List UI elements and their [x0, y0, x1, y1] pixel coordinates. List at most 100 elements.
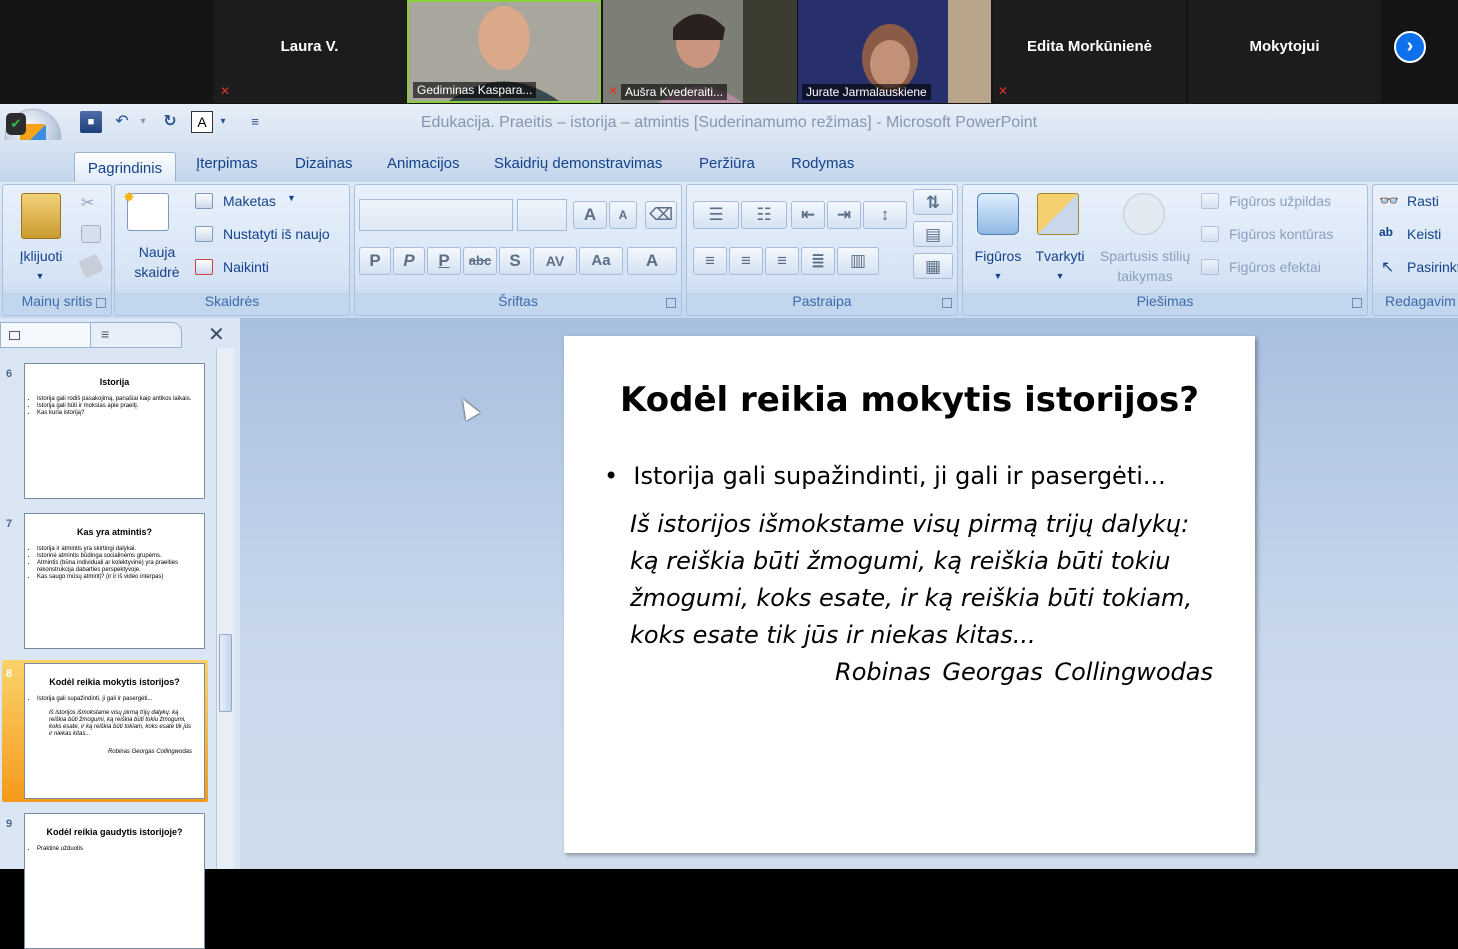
paste-button[interactable]: Įklijuoti — [11, 247, 71, 266]
select-button[interactable]: Pasirinkt — [1407, 259, 1458, 275]
quick-styles-label-1[interactable]: Spartusis stilių — [1093, 247, 1197, 266]
tab-iterpimas[interactable]: Įterpimas — [196, 155, 258, 172]
align-right-icon[interactable]: ≡ — [765, 247, 799, 275]
layout-button[interactable]: Maketas — [223, 193, 276, 209]
slides-tab-icon — [9, 331, 20, 340]
participant-tile[interactable]: ✕ Aušra Kvederaiti... — [603, 0, 797, 103]
shape-outline-button[interactable]: Figūros kontūras — [1229, 226, 1333, 242]
font-name-combo[interactable] — [359, 199, 513, 231]
current-slide[interactable]: Kodėl reikia mokytis istorijos? • Istori… — [564, 336, 1255, 853]
font-color-box[interactable]: A — [191, 111, 213, 133]
chevron-down-icon[interactable]: ▼ — [991, 267, 1005, 286]
ribbon: Įklijuoti ▼ ✂ Mainų sritis ✸ Nauja skaid… — [0, 182, 1458, 318]
participant-tile[interactable]: Jurate Jarmalauskiene — [798, 0, 991, 103]
shape-effects-button[interactable]: Figūros efektai — [1229, 259, 1321, 275]
tab-skaidriu-demonstravimas[interactable]: Skaidrių demonstravimas — [494, 155, 662, 172]
smartart-icon[interactable]: ▦ — [913, 253, 953, 279]
change-case-button[interactable]: Aa — [579, 247, 623, 275]
dialog-launcher-icon[interactable] — [96, 298, 106, 308]
thumb-quote: Iš istorijos išmokstame visų pirmą trijų… — [49, 710, 192, 737]
thumb-title: Kodėl reikia gaudytis istorijoje? — [46, 827, 183, 837]
dialog-launcher-icon[interactable] — [942, 298, 952, 308]
shapes-button[interactable]: Figūros — [967, 247, 1029, 266]
italic-button[interactable]: P — [393, 247, 425, 275]
tab-outline[interactable]: ≡ — [90, 322, 182, 348]
delete-button[interactable]: Naikinti — [223, 259, 269, 275]
strikethrough-button[interactable]: abc — [463, 247, 497, 275]
dialog-launcher-icon[interactable] — [666, 298, 676, 308]
chevron-right-icon[interactable]: › — [1394, 31, 1426, 63]
replace-button[interactable]: Keisti — [1407, 226, 1441, 242]
char-spacing-button[interactable]: AV — [533, 247, 577, 275]
underline-button[interactable]: P — [427, 247, 461, 275]
slide-thumbnail-selected[interactable]: Kodėl reikia mokytis istorijos? Istorija… — [24, 663, 205, 799]
quote-line: ką reiškia būti žmogumi, ką reiškia būti… — [630, 547, 1171, 575]
columns-icon[interactable]: ▥ — [837, 247, 879, 275]
new-slide-label-2[interactable]: skaidrė — [119, 263, 195, 282]
slide-thumbnail[interactable]: Istorija Istorija gali rodiš pasakojimą,… — [24, 363, 205, 499]
group-font: A A ⌫ P P P abc S AV Aa A Šriftas — [354, 184, 682, 316]
slide-quote[interactable]: Iš istorijos išmokstame visų pirmą trijų… — [630, 506, 1230, 654]
increase-indent-icon[interactable]: ⇥ — [827, 201, 861, 229]
bold-button[interactable]: P — [359, 247, 391, 275]
copy-icon[interactable] — [81, 225, 101, 243]
tab-animacijos[interactable]: Animacijos — [387, 155, 460, 172]
align-left-icon[interactable]: ≡ — [693, 247, 727, 275]
redo-icon[interactable]: ↻ — [158, 111, 182, 133]
tab-slides[interactable] — [0, 322, 92, 348]
clear-format-icon[interactable]: ⌫ — [645, 201, 677, 229]
line-spacing-icon[interactable]: ↕ — [863, 201, 907, 229]
quote-line: žmogumi, koks esate, ir ką reiškia būti … — [630, 584, 1193, 612]
tab-pagrindinis[interactable]: Pagrindinis — [74, 152, 176, 184]
slide-author[interactable]: Robinas Georgas Collingwodas — [835, 658, 1213, 686]
dialog-launcher-icon[interactable] — [1352, 298, 1362, 308]
slide-title[interactable]: Kodėl reikia mokytis istorijos? — [564, 380, 1255, 420]
participant-tile[interactable]: Laura V. ✕ — [213, 0, 406, 103]
format-painter-icon[interactable] — [78, 253, 104, 279]
slide-thumbnail[interactable]: Kas yra atmintis? Istorija ir atmintis y… — [24, 513, 205, 649]
participant-tile[interactable]: Edita Morkūnienė ✕ — [993, 0, 1186, 103]
chevron-down-icon[interactable]: ▾ — [216, 111, 230, 133]
chevron-down-icon[interactable]: ▼ — [33, 267, 47, 286]
tab-dizainas[interactable]: Dizainas — [295, 155, 353, 172]
shape-fill-button[interactable]: Figūros užpildas — [1229, 193, 1331, 209]
save-icon[interactable]: ■ — [80, 111, 102, 133]
participant-tile-active[interactable]: Gediminas Kaspara... — [407, 0, 601, 103]
undo-icon[interactable]: ↶ — [110, 111, 134, 133]
participant-tile[interactable]: Mokytojui — [1188, 0, 1381, 103]
find-button[interactable]: Rasti — [1407, 193, 1439, 209]
quick-styles-label-2[interactable]: taikymas — [1093, 267, 1197, 286]
tab-perziura[interactable]: Peržiūra — [699, 155, 755, 172]
cut-icon[interactable]: ✂ — [81, 193, 99, 213]
slide-bullet[interactable]: • Istorija gali supažindinti, ji gali ir… — [604, 462, 1166, 490]
reset-button[interactable]: Nustatyti iš naujo — [223, 226, 330, 242]
slide-thumbnail[interactable]: Kodėl reikia gaudytis istorijoje? Prakti… — [24, 813, 205, 949]
arrange-button[interactable]: Tvarkyti — [1029, 247, 1091, 266]
thumb-bullet: Atmintis (būna individuali ar kolektyvin… — [37, 560, 194, 574]
shrink-font-button[interactable]: A — [609, 201, 637, 229]
chevron-down-icon[interactable]: ▾ — [136, 111, 150, 133]
font-color-button[interactable]: A — [627, 247, 677, 275]
close-pane-icon[interactable]: ✕ — [208, 322, 225, 347]
tab-rodymas[interactable]: Rodymas — [791, 155, 854, 172]
group-label: Pastraipa — [687, 293, 957, 313]
mic-muted-icon: ✕ — [997, 84, 1009, 98]
grow-font-button[interactable]: A — [573, 201, 607, 229]
customize-toolbar-icon[interactable]: ≡ — [246, 111, 264, 133]
slide-editing-area: Kodėl reikia mokytis istorijos? • Istori… — [240, 318, 1458, 869]
decrease-indent-icon[interactable]: ⇤ — [791, 201, 825, 229]
shadow-button[interactable]: S — [499, 247, 531, 275]
chevron-down-icon[interactable]: ▼ — [287, 193, 296, 203]
align-text-icon[interactable]: ▤ — [913, 221, 953, 247]
scrollbar-thumb[interactable] — [219, 634, 232, 712]
pane-scrollbar[interactable] — [216, 348, 234, 869]
numbering-icon[interactable]: ☷ — [741, 201, 787, 229]
new-slide-label-1[interactable]: Nauja — [119, 243, 195, 262]
text-direction-icon[interactable]: ⇅ — [913, 189, 953, 215]
align-center-icon[interactable]: ≡ — [729, 247, 763, 275]
chevron-down-icon[interactable]: ▼ — [1053, 267, 1067, 286]
justify-icon[interactable]: ≣ — [801, 247, 835, 275]
mic-muted-icon: ✕ — [607, 84, 619, 98]
bullets-icon[interactable]: ☰ — [693, 201, 739, 229]
font-size-combo[interactable] — [517, 199, 567, 231]
